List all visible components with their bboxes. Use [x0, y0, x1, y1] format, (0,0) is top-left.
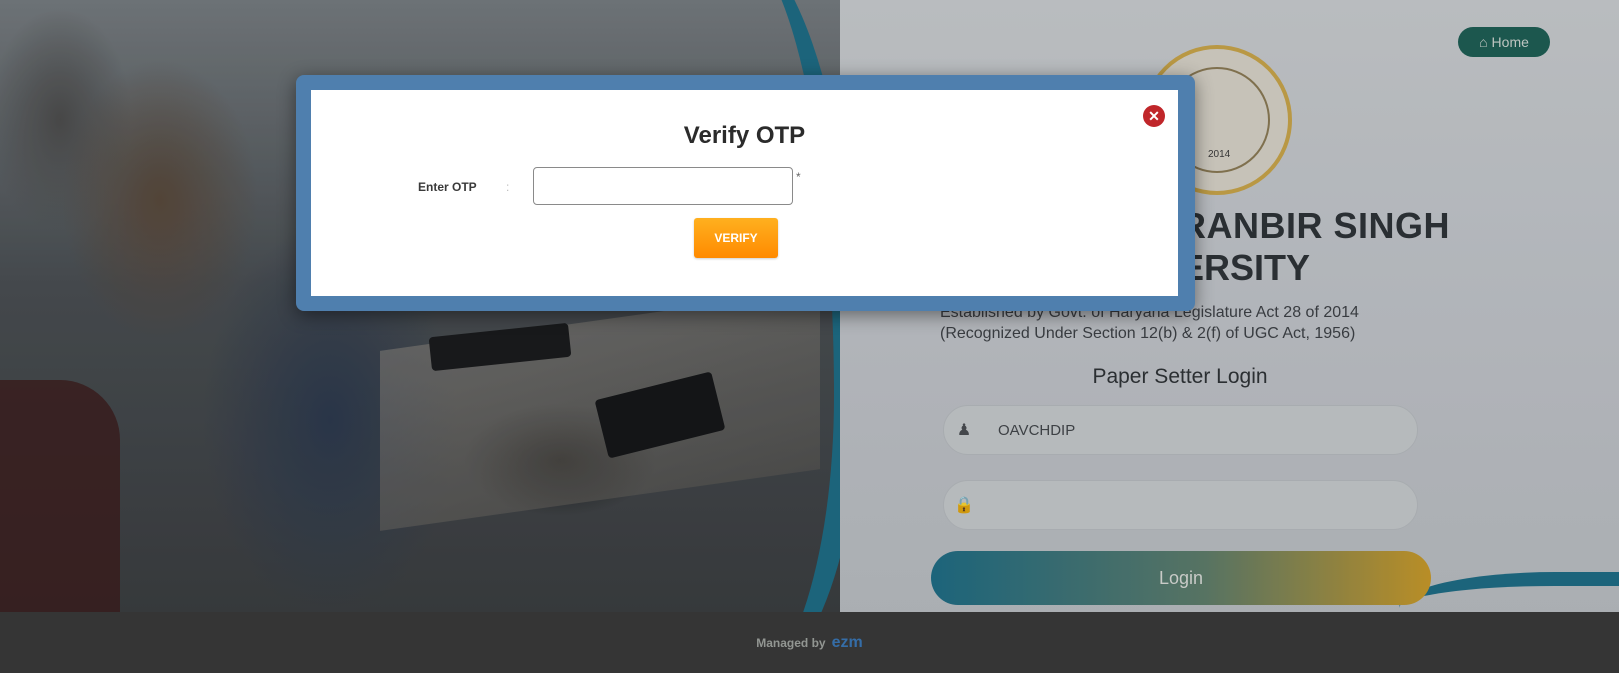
- otp-colon: :: [506, 180, 510, 194]
- otp-modal: Verify OTP ✕ Enter OTP : * VERIFY: [296, 75, 1195, 311]
- close-icon[interactable]: ✕: [1143, 105, 1165, 127]
- otp-label: Enter OTP: [418, 180, 477, 194]
- modal-title: Verify OTP: [683, 122, 806, 149]
- otp-input[interactable]: [533, 167, 793, 205]
- otp-modal-body: Verify OTP ✕ Enter OTP : * VERIFY: [311, 90, 1178, 296]
- required-marker: *: [796, 170, 801, 184]
- verify-button[interactable]: VERIFY: [694, 218, 778, 258]
